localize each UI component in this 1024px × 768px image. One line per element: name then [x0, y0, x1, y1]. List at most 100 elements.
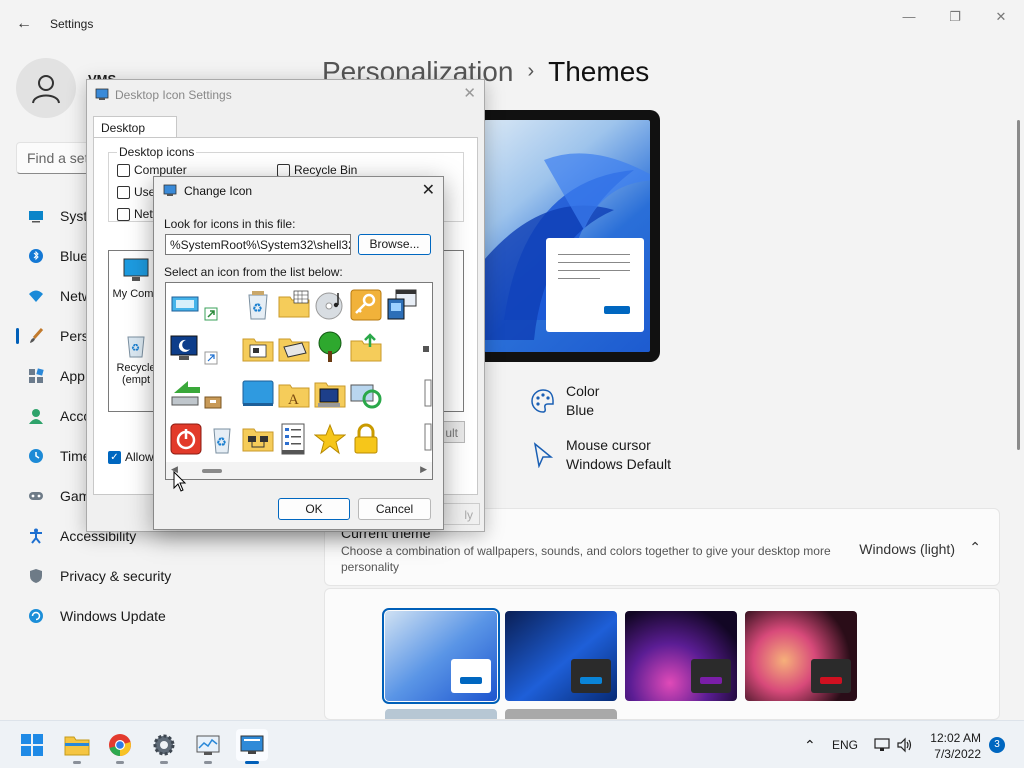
close-icon[interactable]: ✕ — [463, 84, 476, 102]
recycle-bin-icon[interactable]: ♻ — [206, 423, 238, 455]
chrome-icon — [109, 734, 131, 756]
color-value: Blue — [566, 402, 595, 418]
checkbox-computer[interactable]: Computer — [117, 163, 187, 177]
network-volume-tray[interactable] — [874, 721, 914, 768]
file-explorer-icon — [64, 736, 90, 756]
theme-preview — [470, 110, 660, 362]
cancel-button[interactable]: Cancel — [358, 498, 431, 520]
icon-file-path-input[interactable]: %SystemRoot%\System32\shell32.dll — [165, 234, 351, 255]
monitor-icon — [123, 258, 149, 281]
start-icon — [21, 734, 43, 756]
recycle-bin-full-icon[interactable]: ♻ — [242, 289, 274, 321]
mouse-cursor-setting[interactable]: Mouse cursor Windows Default — [530, 436, 671, 474]
folder-grid-icon[interactable] — [278, 289, 310, 321]
tab-desktop-icons[interactable]: Desktop Icons — [93, 116, 177, 149]
clock[interactable]: 12:02 AM 7/3/2022 — [930, 730, 981, 762]
lock-icon[interactable] — [350, 423, 382, 455]
resource-monitor-icon — [196, 735, 220, 755]
network-folder-icon[interactable] — [242, 423, 274, 455]
svg-text:♻: ♻ — [131, 343, 140, 354]
folder-network-icon[interactable] — [242, 333, 274, 365]
scroll-right-arrow-icon[interactable]: ▶ — [420, 464, 427, 475]
page-scrollbar[interactable] — [1017, 120, 1020, 450]
checkbox-recycle-bin[interactable]: Recycle Bin — [277, 163, 357, 177]
sidebar-item-windows-update[interactable]: Windows Update — [16, 596, 306, 636]
notification-badge[interactable]: 3 — [989, 737, 1005, 753]
accessibility-icon — [28, 528, 44, 544]
theme-glow[interactable] — [625, 611, 737, 701]
svg-text:♻: ♻ — [216, 435, 227, 449]
breadcrumb-separator: › — [527, 60, 535, 82]
list-window-icon[interactable] — [278, 423, 310, 455]
person-icon — [32, 75, 60, 104]
change-icon-app-icon — [163, 183, 177, 197]
usb-arrow-icon[interactable] — [170, 379, 202, 411]
svg-text:A: A — [288, 392, 299, 408]
sidebar-item-label: Blue — [60, 248, 89, 264]
svg-text:♻: ♻ — [252, 301, 263, 315]
start-button[interactable] — [16, 729, 48, 761]
folder-up-icon[interactable] — [350, 333, 382, 365]
cursor-icon — [530, 442, 556, 469]
minimize-button[interactable]: — — [886, 6, 932, 28]
sidebar-item-label: Windows Update — [60, 608, 166, 624]
tree-icon[interactable] — [314, 331, 346, 363]
sidebar-item-label: Pers — [60, 328, 89, 344]
dialog-title: Change Icon — [184, 184, 253, 198]
monitor-moon-icon[interactable] — [170, 333, 202, 365]
desktop-icon-settings-icon — [95, 87, 109, 101]
browse-button[interactable]: Browse... — [358, 234, 431, 255]
cursor-value: Windows Default — [566, 456, 672, 472]
update-icon — [28, 608, 44, 624]
theme-windows-light[interactable] — [382, 608, 500, 704]
window-settings-icon[interactable] — [386, 289, 418, 321]
select-icon-label: Select an icon from the list below: — [164, 265, 343, 279]
close-icon[interactable]: ✕ — [422, 180, 435, 200]
back-button[interactable]: ← — [12, 12, 36, 36]
theme-captured-motion[interactable] — [745, 611, 857, 701]
color-title: Color — [566, 383, 600, 399]
taskbar-settings[interactable] — [148, 729, 180, 764]
theme-windows-dark[interactable] — [505, 611, 617, 701]
shortcut-arrow-icon — [204, 307, 218, 321]
partial-icon — [424, 423, 432, 451]
tray-overflow-button[interactable]: ⌃ — [804, 721, 816, 768]
window-shortcut-icon[interactable] — [170, 291, 202, 323]
language-indicator[interactable]: ENG — [832, 721, 858, 768]
chevron-up-icon[interactable]: ⌃ — [969, 539, 981, 556]
scroll-thumb[interactable] — [202, 469, 222, 473]
app-title: Settings — [50, 17, 94, 31]
drive-folder-icon[interactable] — [278, 333, 310, 365]
folder-font-icon[interactable]: A — [278, 379, 310, 411]
ok-button[interactable]: OK — [278, 498, 350, 520]
taskbar-file-explorer[interactable] — [61, 729, 93, 764]
clock-date: 7/3/2022 — [934, 747, 981, 761]
recycle-bin-icon: ♻ — [127, 336, 145, 358]
theme-flow[interactable] — [505, 709, 617, 719]
icon-grid-scrollbar[interactable]: ◀ ▶ — [166, 462, 432, 479]
sync-monitor-icon[interactable] — [350, 379, 382, 411]
icon-grid[interactable]: ♻ A ♻ ◀ ▶ — [165, 282, 433, 480]
star-icon[interactable] — [314, 423, 346, 455]
theme-sunrise[interactable] — [385, 709, 497, 719]
computer-folder-icon[interactable] — [314, 379, 346, 411]
avatar[interactable] — [16, 58, 76, 118]
sidebar-item-privacy[interactable]: Privacy & security — [16, 556, 306, 596]
themes-gallery — [324, 588, 1000, 720]
close-button[interactable]: ✕ — [978, 6, 1024, 28]
monitor-icon — [28, 208, 44, 224]
key-icon[interactable] — [350, 289, 382, 321]
desktop-blue-icon[interactable] — [242, 379, 274, 411]
power-icon[interactable] — [170, 423, 202, 455]
wifi-icon — [28, 288, 44, 304]
cd-music-icon[interactable] — [314, 289, 346, 321]
current-theme-description: Choose a combination of wallpapers, soun… — [341, 544, 831, 574]
mouse-pointer-icon — [173, 471, 187, 492]
taskbar-desktop-icon-settings[interactable] — [236, 729, 268, 764]
sidebar-item-label: App — [60, 368, 85, 384]
taskbar-chrome[interactable] — [104, 729, 136, 764]
color-setting[interactable]: Color Blue — [530, 382, 599, 420]
maximize-button[interactable]: ❐ — [932, 6, 978, 28]
group-label: Desktop icons — [117, 145, 197, 159]
taskbar-resource-monitor[interactable] — [192, 729, 224, 764]
